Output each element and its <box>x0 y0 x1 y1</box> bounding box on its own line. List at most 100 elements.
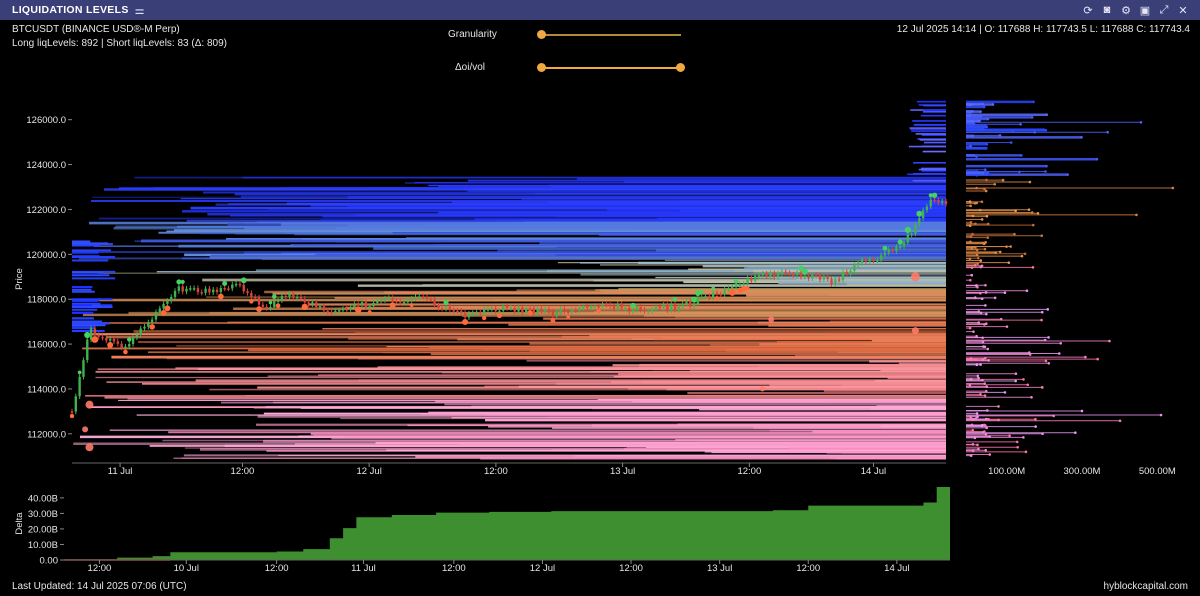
time-tick-label: 12:00 <box>737 466 761 477</box>
candle-body <box>608 304 612 307</box>
profile-bar-tip <box>1028 353 1032 356</box>
candle-body <box>647 310 650 313</box>
profile-bar-tip <box>1022 378 1025 381</box>
delta-time-label: 12:00 <box>619 563 643 574</box>
profile-bar-tip <box>986 222 990 226</box>
candle-body <box>811 274 814 279</box>
candle-body <box>505 305 509 309</box>
candle-body <box>868 259 871 262</box>
profile-bar-tip <box>986 236 990 239</box>
profile-bar-tip <box>975 253 979 257</box>
candle-body <box>250 293 253 297</box>
profile-bar-tip <box>985 426 988 430</box>
candle-body <box>196 288 200 293</box>
profile-bar-tip <box>1118 419 1122 423</box>
candle-body <box>857 262 860 266</box>
profile-bar-tip <box>1047 361 1051 365</box>
profile-bar-tip <box>985 312 988 316</box>
profile-bar-tip <box>1028 180 1032 184</box>
candle-body <box>177 286 181 291</box>
liq-event-dot <box>149 324 155 330</box>
candle-body <box>269 307 272 309</box>
candle-body <box>273 301 276 308</box>
profile-tick-label: 500.00M <box>1139 466 1176 477</box>
profile-bar-tip <box>985 178 988 182</box>
profile-bar-tip <box>1031 266 1035 269</box>
profile-bar-tip <box>969 204 972 208</box>
time-tick-label: 12:00 <box>484 466 508 477</box>
delta-tick-label: 30.00B <box>28 509 58 520</box>
candle-body <box>902 242 906 247</box>
side-volume-profile <box>966 100 1175 457</box>
candle-body <box>719 293 723 296</box>
price-tick-label: 116000.0 <box>27 340 66 351</box>
candle-body <box>280 295 284 301</box>
candle-body <box>173 290 177 297</box>
candle-body <box>379 300 383 302</box>
profile-bar-tip <box>1135 213 1138 217</box>
time-tick-label: 14 Jul <box>861 466 886 477</box>
profile-bar-tip <box>982 127 985 131</box>
profile-bar-tip <box>979 291 982 295</box>
candle-body <box>753 275 757 281</box>
candle-body <box>200 292 203 294</box>
price-tick-label: 124000.0 <box>26 160 66 171</box>
candle-body <box>108 338 112 341</box>
profile-bar-tip <box>1013 232 1016 236</box>
candle-body <box>628 307 631 312</box>
candle-body <box>792 274 795 277</box>
candle-body <box>399 300 402 303</box>
candle-body <box>578 307 581 311</box>
candle-body <box>322 306 326 311</box>
profile-bar-tip <box>983 247 987 251</box>
liq-event-dot <box>745 286 750 291</box>
candle-body <box>841 271 845 280</box>
candle-body <box>643 309 646 312</box>
candle-body <box>524 308 528 313</box>
candle-body <box>586 305 589 308</box>
candle-body <box>212 289 215 293</box>
profile-bar-tip <box>1045 164 1048 168</box>
candle-body <box>677 306 681 310</box>
profile-bar-tip <box>983 430 986 433</box>
liq-event-dot <box>275 303 281 308</box>
profile-bar-tip <box>980 297 984 301</box>
candle-body <box>582 305 585 308</box>
candle-body <box>513 307 516 312</box>
profile-tick-label: 300.00M <box>1064 466 1101 477</box>
profile-bar-tip <box>993 296 997 300</box>
candle-body <box>589 306 593 308</box>
candle-body <box>410 298 413 301</box>
candle-body <box>872 259 875 261</box>
candle-body <box>685 301 688 304</box>
candle-body <box>666 304 669 311</box>
delta-time-label: 10 Jul <box>174 563 199 574</box>
candle-body <box>341 308 345 311</box>
candle-body <box>593 305 597 308</box>
candle-body <box>257 297 261 305</box>
candle-body <box>876 259 879 262</box>
candle-body <box>635 306 639 310</box>
candle-body <box>517 307 520 312</box>
liq-event-dot <box>695 290 701 297</box>
candle-body <box>891 249 894 252</box>
profile-bar-tip <box>993 182 997 186</box>
candle-body <box>116 341 119 344</box>
profile-bar-tip <box>975 173 979 177</box>
profile-bar-tip <box>985 142 989 146</box>
candle-body <box>124 346 127 349</box>
liq-event-dot <box>107 342 114 349</box>
candle-body <box>910 233 913 236</box>
candle-body <box>773 273 776 278</box>
candle-body <box>799 272 803 277</box>
candle-body <box>441 308 444 310</box>
profile-bar-tip <box>1014 379 1017 383</box>
profile-bar-tip <box>984 189 988 193</box>
liq-event-dot <box>222 280 228 286</box>
candle-body <box>414 297 417 299</box>
candle-body <box>330 311 333 314</box>
liq-event-dot <box>91 336 99 343</box>
liq-event-dot <box>931 192 938 198</box>
liq-event-dot <box>916 210 923 217</box>
candle-body <box>265 306 268 309</box>
